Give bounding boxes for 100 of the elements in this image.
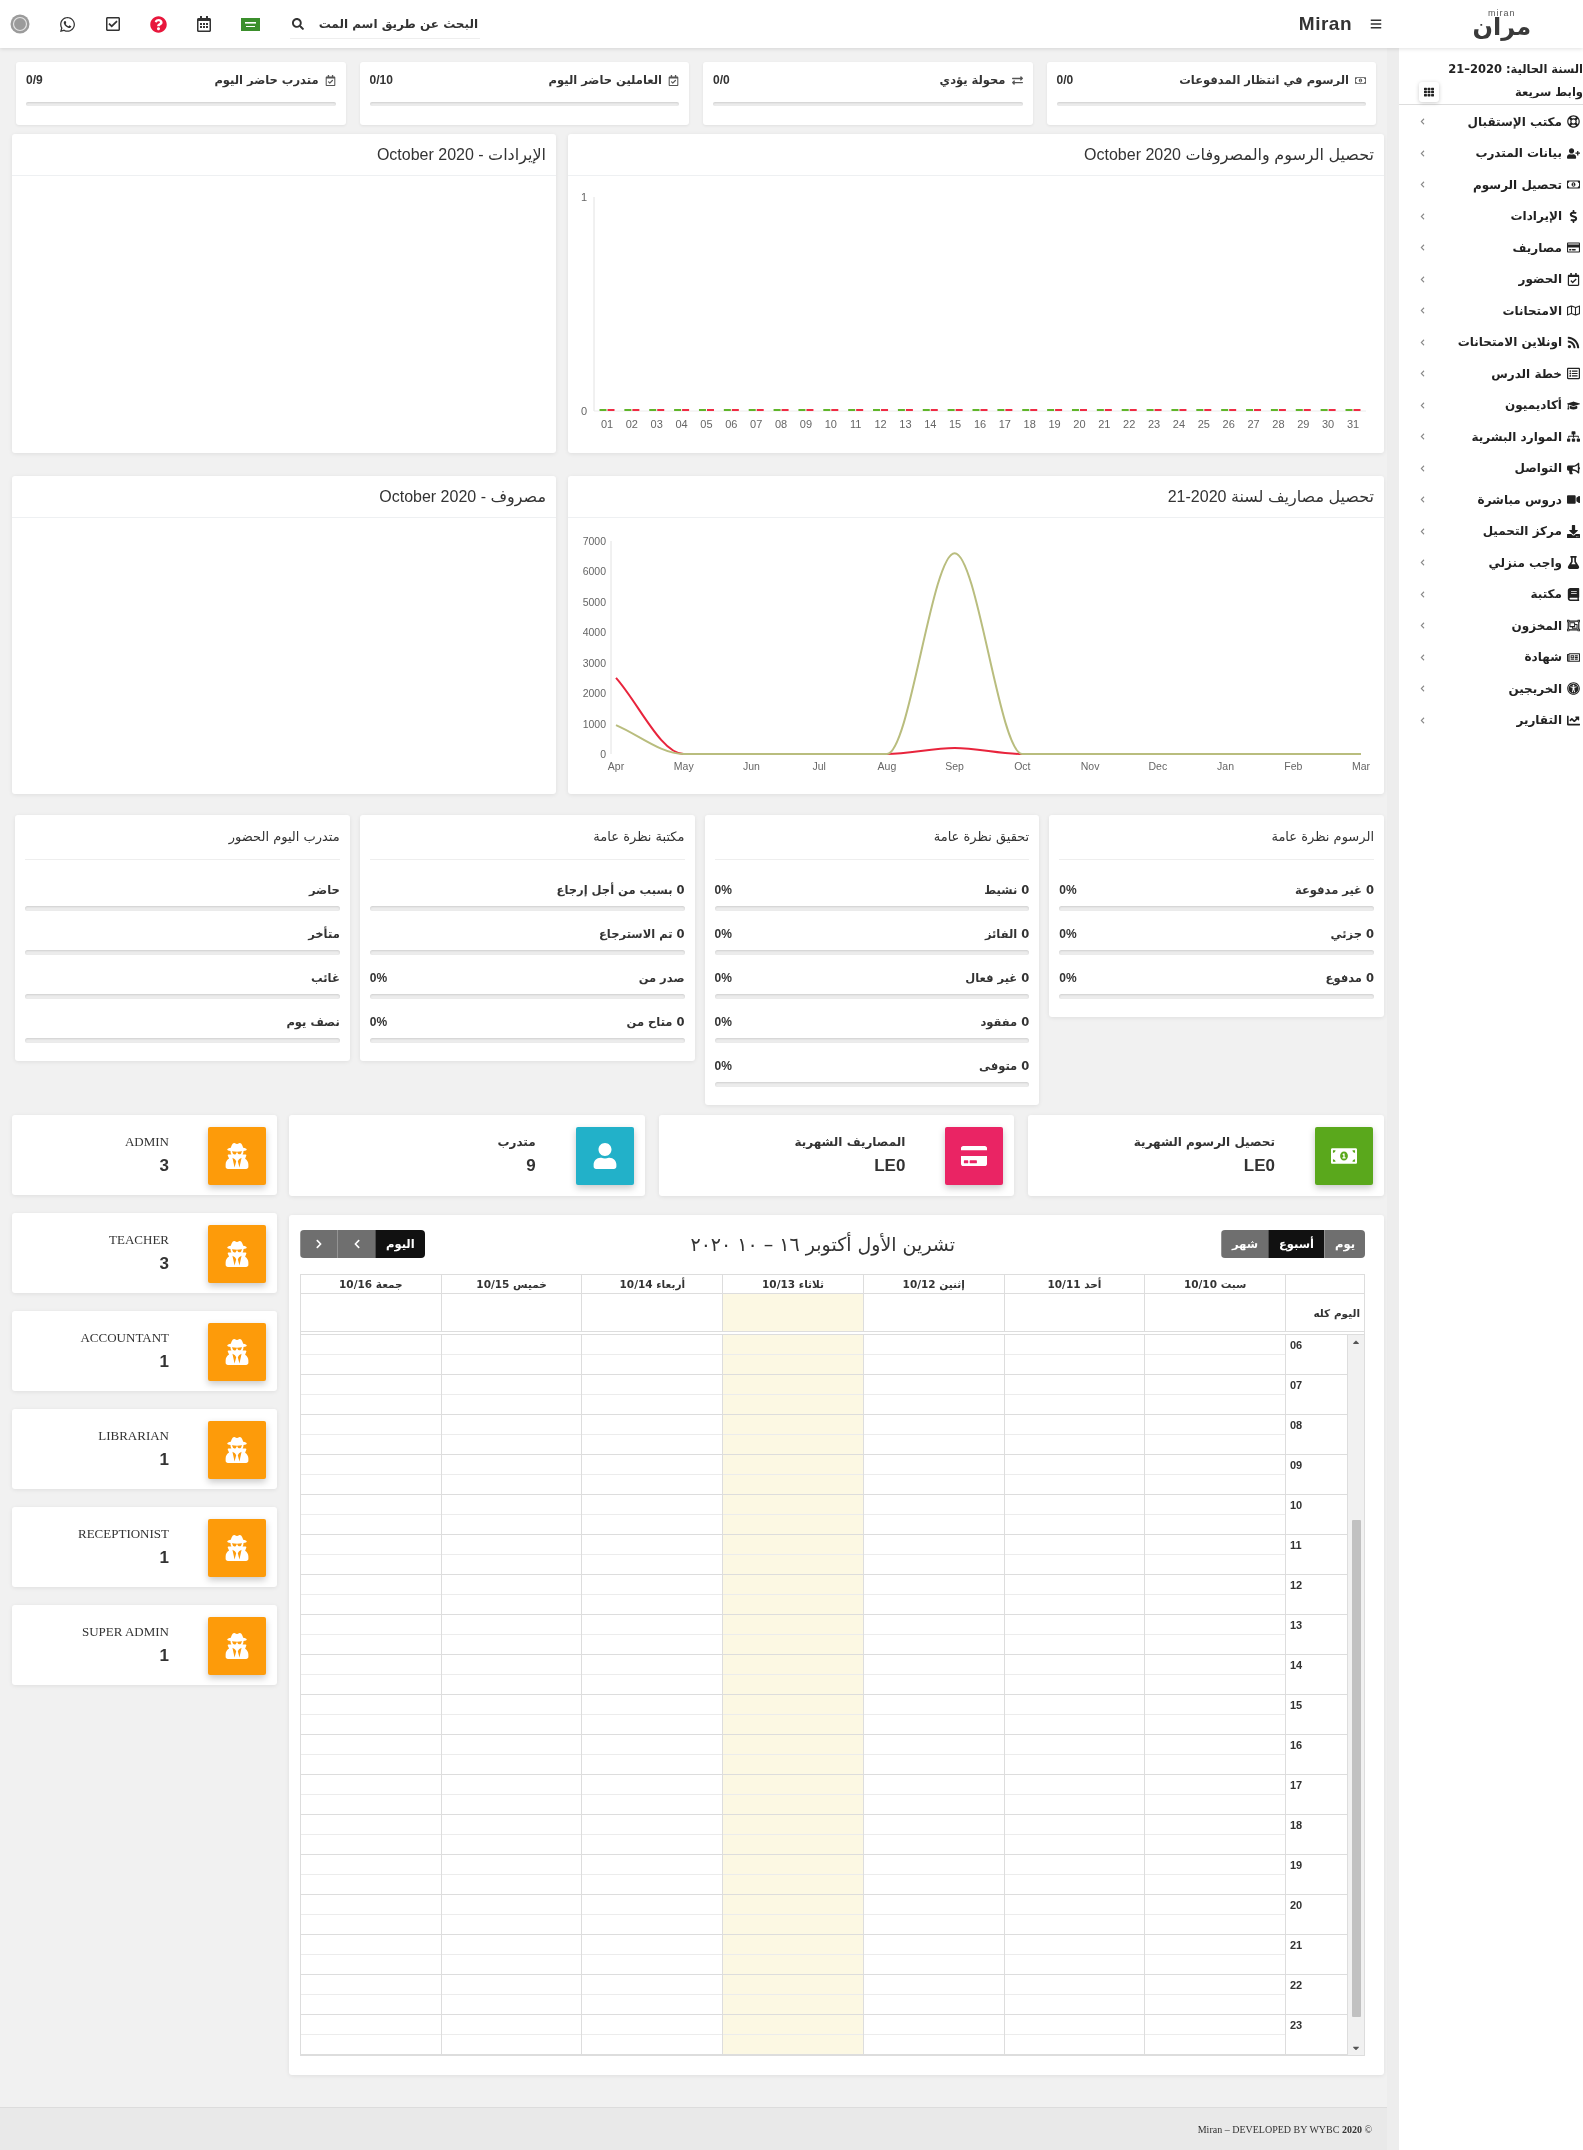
sidebar-item[interactable]: التقارير [1399,704,1583,736]
overview-percent: 0% [714,883,732,897]
spy-icon [208,1323,266,1381]
axis-label: 30 [1322,418,1335,430]
chevron-left-icon [1419,181,1426,189]
hour-label: 06 [1286,1335,1347,1375]
role-count: 1 [159,1548,169,1568]
overview-percent: 0% [714,971,732,985]
summary-label: المصاريف الشهرية [794,1134,906,1150]
axis-label: 02 [625,418,638,430]
scrollbar-thumb[interactable] [1351,1520,1361,2017]
hour-label: 21 [1286,1935,1347,1975]
calendar-title: تشرين الأول أكتوبر ١٦ – ١٠ ٢٠٢٠ [690,1233,956,1255]
sidebar-item[interactable]: شهادة [1399,641,1583,673]
exchange-icon [1011,74,1023,86]
sidebar-item[interactable]: دروس مباشرة [1399,484,1583,516]
day-header: أربعاء 10/14 [582,1275,724,1293]
sidebar-item[interactable]: الموارد البشرية [1399,421,1583,453]
axis-label: 05 [700,418,713,430]
stat-title: محولة يؤدي [939,73,1006,87]
sidebar-item[interactable]: مصاريف [1399,232,1583,264]
scrollbar-track[interactable] [1348,1335,1364,2055]
sidebar-item[interactable]: مكتب الإستقبال [1399,106,1583,138]
role-count: 1 [159,1646,169,1666]
flag-icon[interactable] [241,17,260,31]
summary-value: LE0 [874,1156,906,1176]
role-count: 3 [159,1156,169,1176]
axis-label: 20 [1073,418,1086,430]
chevron-left-icon [1419,275,1426,283]
overview-percent: 0% [369,1015,388,1029]
sidebar-item[interactable]: مكتبة [1399,578,1583,610]
axis-label: 1000 [582,717,606,730]
role-count: 1 [159,1450,169,1470]
view-tab[interactable]: يوم [1324,1230,1365,1258]
avatar-icon[interactable] [10,14,30,34]
help-icon[interactable] [150,15,167,33]
view-tab[interactable]: أسبوع [1268,1230,1325,1258]
menu-icon[interactable] [1370,18,1382,30]
sidebar-item[interactable]: واجب منزلي [1399,547,1583,579]
search-icon[interactable] [292,17,304,30]
overview-label: 0 الفائز [984,927,1030,941]
chart-title: تحصيل الرسوم والمصروفات October 2020 [1084,145,1374,164]
whatsapp-icon[interactable] [59,15,76,33]
chart-title: تحصيل مصاريف لسنة 2020-21 [1167,487,1374,506]
hour-label: 22 [1286,1975,1347,2015]
sidebar-item[interactable]: خطة الدرس [1399,358,1583,390]
axis-label: 04 [675,418,688,430]
overview-percent: 0% [1059,883,1077,897]
sidebar-item[interactable]: أكاديميون [1399,389,1583,421]
brand-name: Miran [1298,13,1352,35]
chevron-left-icon [1419,559,1426,567]
axis-label: 6000 [582,565,606,578]
sidebar-item[interactable]: الحضور [1399,263,1583,295]
newspaper-icon [1567,650,1580,664]
axis-label: Dec [1148,760,1168,772]
chevron-left-icon [1419,244,1426,252]
download-icon [1567,524,1580,538]
overview-label: حاضر [308,883,340,897]
day-header: جمعة 10/16 [301,1275,442,1293]
search-field[interactable]: البحث عن طريق اسم المت [290,9,480,39]
sidebar-item[interactable]: التواصل [1399,452,1583,484]
axis-label: Apr [607,760,625,772]
day-header: ثلاثاء 10/13 [723,1275,864,1293]
calendar-icon[interactable] [196,16,212,32]
chevron-left-icon [1419,212,1426,220]
sidebar-item[interactable]: الخريجين [1399,673,1583,705]
axis-label: 4000 [582,626,606,639]
role-label: ADMIN [124,1134,169,1150]
axis-label: 19 [1048,418,1061,430]
sidebar-item[interactable]: اونلاين الامتحانات [1399,326,1583,358]
day-header: إثنين 10/12 [863,1275,1005,1293]
axis-label: 3000 [582,656,606,669]
sidebar-item[interactable]: مركز التحميل [1399,515,1583,547]
sidebar-item[interactable]: المخزون [1399,610,1583,642]
today-button[interactable]: اليوم [375,1230,425,1258]
overview-percent: 0% [1059,971,1077,985]
axis-label: 29 [1297,418,1310,430]
book-icon [1567,587,1580,601]
axis-label: 03 [650,418,663,430]
apps-button[interactable] [1419,81,1439,102]
stat-title: العاملين حاضر اليوم [548,73,662,87]
axis-label: 28 [1272,418,1285,430]
hour-label: 17 [1286,1775,1347,1815]
view-tab[interactable]: شهر [1220,1230,1268,1258]
sidebar-item[interactable]: الإيرادات [1399,200,1583,232]
chevron-left-icon [1419,496,1426,504]
sidebar-item[interactable]: تحصيل الرسوم [1399,169,1583,201]
grid-icon [1424,86,1434,97]
chevron-left-icon [1419,370,1426,378]
credit-card-icon [945,1127,1004,1185]
dollar-icon [1567,209,1580,223]
hour-label: 15 [1286,1695,1347,1735]
axis-label: 06 [725,418,738,430]
sidebar-item[interactable]: الامتحانات [1399,295,1583,327]
sidebar-item[interactable]: بيانات المتدرب [1399,137,1583,169]
summary-label: تحصيل الرسوم الشهرية [1133,1134,1275,1150]
chevron-left-icon [1419,307,1426,315]
axis-label: 18 [1023,418,1036,430]
overview-label: 0 تم الاسترجاع [599,927,685,941]
chevron-left-icon [1419,716,1426,724]
